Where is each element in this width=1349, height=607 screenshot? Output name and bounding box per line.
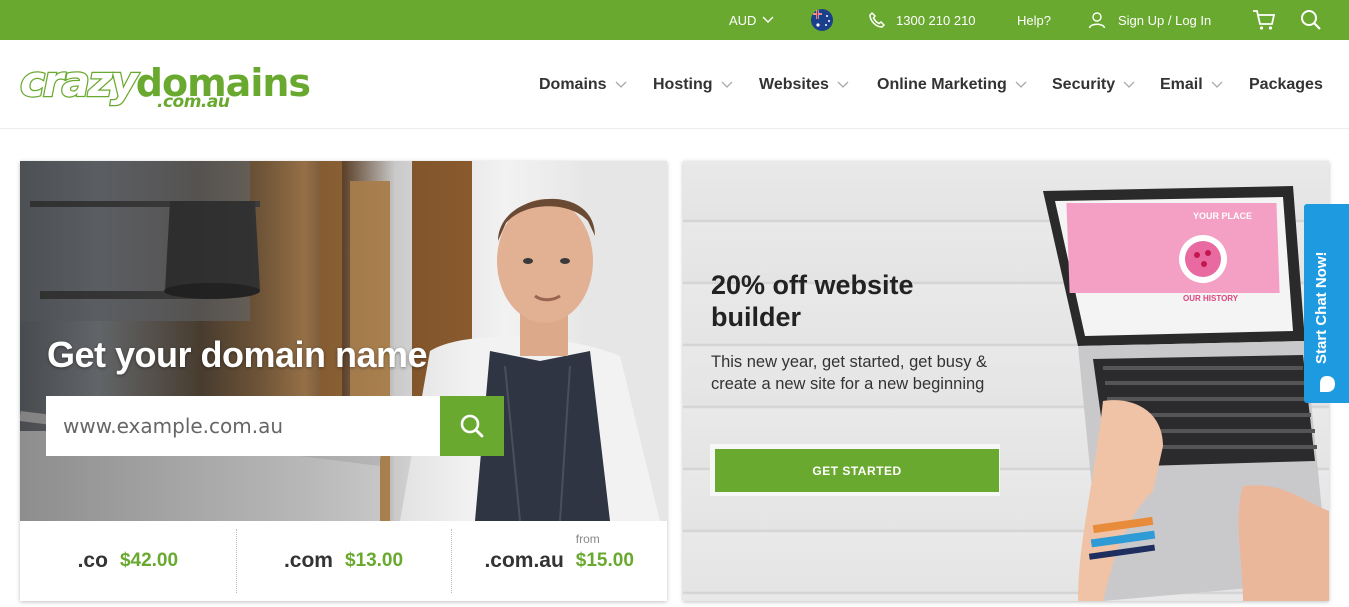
crazy-domains-logo[interactable]: crazydomains .com.au bbox=[19, 56, 311, 118]
tld-price: $42.00 bbox=[119, 550, 179, 571]
search-icon bbox=[460, 414, 484, 438]
main-header: crazydomains .com.au Domains Hosting Web… bbox=[0, 40, 1349, 129]
nav-packages[interactable]: Packages bbox=[1249, 40, 1323, 129]
tld-name: .com bbox=[283, 549, 333, 572]
promo-title: 20% off website builder bbox=[711, 270, 914, 332]
tld-price-co[interactable]: .co $42.00 bbox=[20, 521, 236, 601]
chevron-down-icon bbox=[1015, 81, 1027, 88]
promo-description: This new year, get started, get busy & c… bbox=[711, 353, 988, 393]
phone-icon bbox=[869, 11, 886, 28]
hero-title: Get your domain name bbox=[47, 334, 428, 375]
domain-search-input[interactable] bbox=[46, 396, 440, 456]
top-bar: AUD 1300 210 210 Help? Sign Up / Log In bbox=[0, 0, 1349, 40]
website-builder-promo: YOUR PLACE OUR HISTORY 20% off website b… bbox=[683, 161, 1329, 601]
tld-prices: .co $42.00 .com $13.00 .com.au from $15.… bbox=[20, 521, 667, 601]
domain-search-panel: Get your domain name .co $42.00 .com $13… bbox=[20, 161, 667, 601]
tld-name: .co bbox=[77, 549, 108, 572]
account-link[interactable]: Sign Up / Log In bbox=[1088, 0, 1211, 40]
nav-domains[interactable]: Domains bbox=[539, 40, 627, 129]
domain-search-button[interactable] bbox=[440, 396, 504, 456]
logo-suffix: .com.au bbox=[157, 92, 230, 112]
nav-label: Websites bbox=[759, 75, 829, 93]
tld-name: .com.au bbox=[484, 549, 564, 572]
tld-price-com-au[interactable]: .com.au from $15.00 bbox=[451, 521, 667, 601]
nav-hosting[interactable]: Hosting bbox=[653, 40, 733, 129]
chevron-down-icon bbox=[1211, 81, 1223, 88]
price-prefix: from bbox=[575, 532, 600, 546]
get-started-button[interactable]: GET STARTED bbox=[715, 449, 999, 492]
nav-label: Domains bbox=[539, 75, 607, 93]
search-icon bbox=[1301, 10, 1321, 30]
nav-websites[interactable]: Websites bbox=[759, 40, 849, 129]
screen-heading: YOUR PLACE bbox=[1193, 211, 1252, 221]
user-icon bbox=[1088, 12, 1106, 29]
nav-label: Packages bbox=[1249, 75, 1323, 93]
nav-online-marketing[interactable]: Online Marketing bbox=[877, 40, 1027, 129]
account-label: Sign Up / Log In bbox=[1118, 12, 1212, 28]
chevron-down-icon bbox=[721, 81, 733, 88]
chevron-down-icon bbox=[615, 81, 627, 88]
country-selector[interactable] bbox=[810, 0, 834, 40]
cart-button[interactable] bbox=[1252, 0, 1276, 40]
nav-security[interactable]: Security bbox=[1052, 40, 1135, 129]
nav-label: Security bbox=[1052, 75, 1116, 93]
tld-price: $15.00 bbox=[575, 550, 634, 571]
chat-bubble-icon bbox=[1320, 376, 1335, 392]
site-search-button[interactable] bbox=[1300, 0, 1322, 40]
screen-subheading: OUR HISTORY bbox=[1183, 294, 1239, 303]
start-chat-tab[interactable]: Start Chat Now! bbox=[1304, 204, 1349, 403]
help-label: Help? bbox=[1017, 12, 1051, 28]
chevron-down-icon bbox=[762, 16, 774, 23]
phone-link[interactable]: 1300 210 210 bbox=[868, 0, 976, 40]
tld-price: $13.00 bbox=[344, 550, 404, 571]
currency-label: AUD bbox=[729, 12, 757, 28]
nav-label: Online Marketing bbox=[877, 75, 1007, 93]
currency-selector[interactable]: AUD bbox=[729, 0, 774, 40]
tld-price-com[interactable]: .com $13.00 bbox=[235, 521, 452, 601]
australia-flag-icon bbox=[811, 9, 833, 31]
help-link[interactable]: Help? bbox=[1017, 0, 1051, 40]
chevron-down-icon bbox=[837, 81, 849, 88]
nav-email[interactable]: Email bbox=[1160, 40, 1223, 129]
logo-crazy: crazy bbox=[19, 56, 139, 107]
phone-number: 1300 210 210 bbox=[896, 12, 976, 28]
nav-label: Hosting bbox=[653, 75, 713, 93]
nav-label: Email bbox=[1160, 75, 1203, 93]
chevron-down-icon bbox=[1123, 81, 1135, 88]
cart-icon bbox=[1253, 10, 1276, 30]
chat-label: Start Chat Now! bbox=[1313, 251, 1330, 365]
